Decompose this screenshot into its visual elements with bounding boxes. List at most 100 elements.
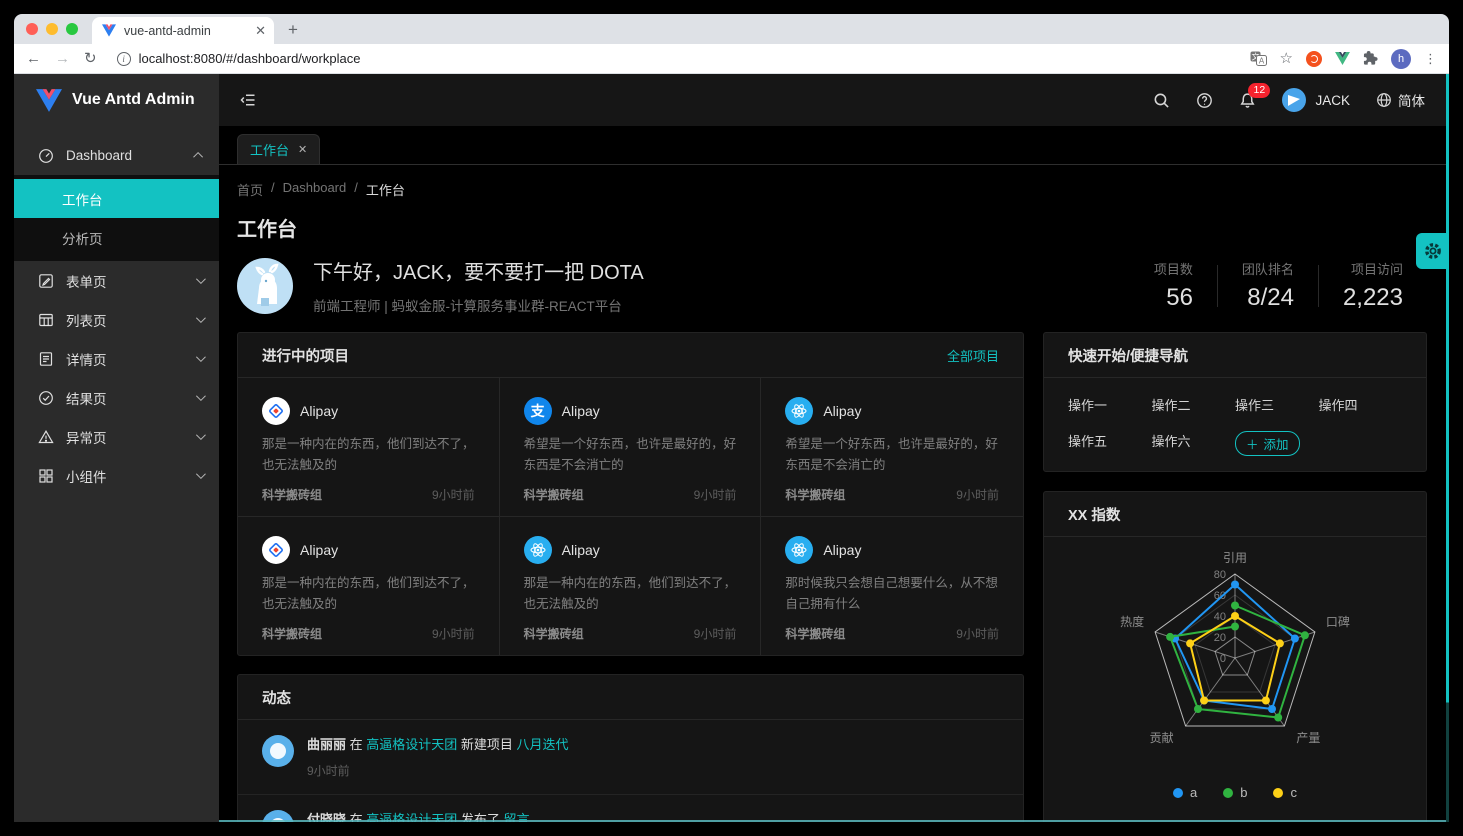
reload-icon[interactable]: ↻: [84, 51, 97, 66]
extensions-puzzle-icon[interactable]: [1363, 51, 1378, 66]
extension-orange-icon[interactable]: [1306, 51, 1322, 67]
user-menu[interactable]: JACK: [1282, 88, 1350, 112]
content: 工作台 ✕ 首页/ Dashboard/ 工作台 工作台: [219, 126, 1449, 822]
back-icon[interactable]: ←: [26, 51, 41, 66]
sidebar-subitem-分析页[interactable]: 分析页: [14, 218, 219, 257]
project-card-item[interactable]: Alipay那是一种内在的东西，他们到达不了，也无法触及的科学搬砖组9小时前: [238, 517, 500, 655]
sidebar-item-label: 异常页: [66, 427, 184, 447]
project-card-item[interactable]: Alipay那时候我只会想自己想要什么，从不想自己拥有什么科学搬砖组9小时前: [761, 517, 1023, 655]
new-tab-button[interactable]: +: [274, 20, 298, 44]
quicknav-link-操作二[interactable]: 操作二: [1152, 395, 1236, 414]
breadcrumb-home[interactable]: 首页: [237, 180, 263, 199]
chevron-down-icon: [196, 352, 206, 362]
block-icon: [38, 468, 54, 484]
activity-link[interactable]: 高逼格设计天团: [366, 737, 457, 752]
project-name[interactable]: Alipay: [562, 542, 600, 558]
traffic-lights[interactable]: [14, 23, 92, 44]
breadcrumb: 首页/ Dashboard/ 工作台: [237, 180, 1427, 199]
settings-gear-button[interactable]: [1416, 233, 1449, 269]
project-name[interactable]: Alipay: [823, 403, 861, 419]
stat-team-rank: 团队排名 8/24: [1218, 259, 1318, 312]
project-header: Alipay: [262, 397, 475, 425]
sidebar-item-结果页[interactable]: 结果页: [14, 378, 219, 417]
antd-icon: [262, 397, 290, 425]
radar-card-title: XX 指数: [1068, 504, 1402, 525]
sidebar-item-列表页[interactable]: 列表页: [14, 300, 219, 339]
project-card-item[interactable]: Alipay那是一种内在的东西，他们到达不了，也无法触及的科学搬砖组9小时前: [500, 517, 762, 655]
alipay-icon: 支: [524, 397, 552, 425]
all-projects-link[interactable]: 全部项目: [947, 346, 999, 365]
activity-body: 曲丽丽 在 高逼格设计天团 新建项目 八月迭代9小时前: [307, 735, 569, 779]
project-footer: 科学搬砖组 9小时前: [262, 486, 475, 503]
project-card-item[interactable]: Alipay希望是一个好东西，也许是最好的，好东西是不会消亡的科学搬砖组9小时前: [761, 378, 1023, 517]
project-group-link[interactable]: 科学搬砖组: [524, 486, 584, 503]
page-tab-workplace[interactable]: 工作台 ✕: [237, 134, 320, 164]
project-footer: 科学搬砖组9小时前: [785, 486, 999, 503]
project-updated-time: 9小时前: [432, 486, 475, 503]
sidebar-item-详情页[interactable]: 详情页: [14, 339, 219, 378]
bookmark-star-icon[interactable]: ☆: [1280, 51, 1293, 66]
browser-window: vue-antd-admin ✕ + ← → ↻ i localhost:808…: [14, 14, 1449, 822]
page-info-icon[interactable]: i: [117, 52, 131, 66]
project-description: 那是一种内在的东西，他们到达不了，也无法触及的: [262, 573, 475, 614]
browser-profile-avatar[interactable]: h: [1391, 49, 1411, 69]
extension-vue-icon[interactable]: [1335, 52, 1350, 65]
sidebar-item-Dashboard[interactable]: Dashboard: [14, 136, 219, 175]
quicknav-link-操作四[interactable]: 操作四: [1319, 395, 1403, 414]
legend-label: b: [1240, 785, 1247, 800]
activity-item: 曲丽丽 在 高逼格设计天团 新建项目 八月迭代9小时前: [238, 720, 1023, 795]
radar-card: XX 指数 引用口碑产量贡献热度020406080 abc: [1043, 491, 1427, 822]
project-name[interactable]: Alipay: [562, 403, 600, 419]
question-circle-icon[interactable]: [1196, 92, 1213, 109]
activity-link[interactable]: 八月迭代: [517, 737, 569, 752]
project-card-item[interactable]: Alipay那是一种内在的东西，他们到达不了，也无法触及的科学搬砖组9小时前: [238, 378, 500, 517]
project-name[interactable]: Alipay: [823, 542, 861, 558]
quicknav-link-操作一[interactable]: 操作一: [1068, 395, 1152, 414]
legend-item-c[interactable]: c: [1273, 785, 1297, 800]
legend-item-a[interactable]: a: [1173, 785, 1197, 800]
translate-icon[interactable]: 文 A: [1250, 51, 1267, 66]
svg-text:热度: 热度: [1120, 614, 1144, 629]
language-switcher[interactable]: 简体: [1376, 90, 1425, 110]
project-name[interactable]: Alipay: [300, 542, 338, 558]
page-tab-close-icon[interactable]: ✕: [298, 143, 307, 156]
breadcrumb-dashboard[interactable]: Dashboard: [283, 180, 347, 199]
project-group-link[interactable]: 科学搬砖组: [524, 625, 584, 642]
sidebar-subitem-工作台[interactable]: 工作台: [14, 179, 219, 218]
quicknav-link-操作五[interactable]: 操作五: [1068, 431, 1152, 456]
project-card-item[interactable]: 支Alipay希望是一个好东西，也许是最好的，好东西是不会消亡的科学搬砖组9小时…: [500, 378, 762, 517]
quicknav-link-操作三[interactable]: 操作三: [1235, 395, 1319, 414]
table-icon: [38, 312, 54, 328]
svg-text:引用: 引用: [1223, 551, 1247, 565]
project-name[interactable]: Alipay: [300, 403, 338, 419]
project-footer: 科学搬砖组9小时前: [524, 625, 737, 642]
menu-fold-icon[interactable]: [239, 92, 257, 108]
browser-menu-icon[interactable]: ⋮: [1424, 51, 1437, 67]
legend-item-b[interactable]: b: [1223, 785, 1247, 800]
bell-icon[interactable]: 12: [1239, 92, 1256, 109]
minimize-window-button[interactable]: [46, 23, 58, 35]
sidebar-item-小组件[interactable]: 小组件: [14, 456, 219, 495]
close-window-button[interactable]: [26, 23, 38, 35]
project-group-link[interactable]: 科学搬砖组: [785, 486, 845, 503]
brand-area[interactable]: Vue Antd Admin: [14, 74, 219, 126]
warning-icon: [38, 429, 54, 445]
project-group-link[interactable]: 科学搬砖组: [785, 625, 845, 642]
project-header: Alipay: [262, 536, 475, 564]
project-group-link[interactable]: 科学搬砖组: [262, 486, 322, 503]
forward-icon[interactable]: →: [55, 51, 70, 66]
zoom-window-button[interactable]: [66, 23, 78, 35]
project-group-link[interactable]: 科学搬砖组: [262, 625, 322, 642]
search-icon[interactable]: [1153, 92, 1170, 109]
radar-legend: a b c: [1044, 785, 1426, 800]
quicknav-link-操作六[interactable]: 操作六: [1152, 431, 1236, 456]
url-text[interactable]: localhost:8080/#/dashboard/workplace: [139, 51, 361, 66]
address-bar[interactable]: i localhost:8080/#/dashboard/workplace: [111, 51, 1236, 66]
project-header: Alipay: [785, 536, 999, 564]
sidebar-item-异常页[interactable]: 异常页: [14, 417, 219, 456]
sidebar-item-表单页[interactable]: 表单页: [14, 261, 219, 300]
add-button[interactable]: ＋添加: [1235, 431, 1300, 456]
tab-close-icon[interactable]: ✕: [255, 23, 266, 39]
legend-label: a: [1190, 785, 1197, 800]
browser-tab[interactable]: vue-antd-admin ✕: [92, 17, 274, 44]
